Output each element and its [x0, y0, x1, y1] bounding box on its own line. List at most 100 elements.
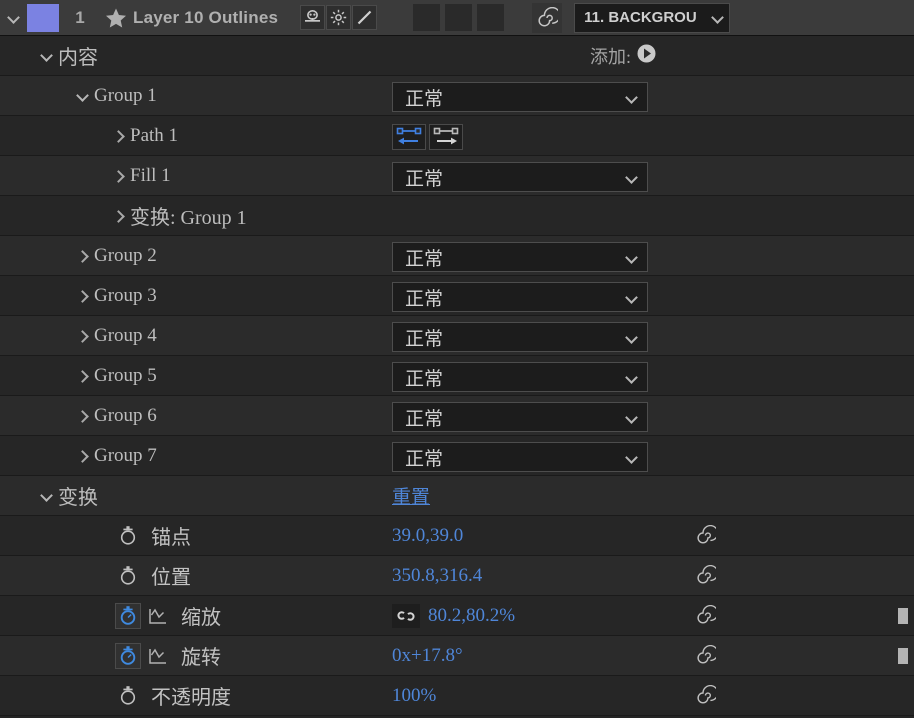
spiral-icon[interactable]: [692, 603, 718, 629]
blank-switch-icon[interactable]: [445, 4, 473, 31]
group-5-twirl-toggle[interactable]: [70, 356, 94, 396]
group-1-twirl-toggle[interactable]: [70, 76, 94, 116]
path-direction-buttons: [392, 124, 463, 150]
property-value[interactable]: 350.8,316.4: [392, 565, 482, 587]
fill-name-label: Fill 1: [130, 164, 171, 186]
add-circle-icon[interactable]: [637, 44, 656, 68]
group-row-group-6[interactable]: Group 6 正常: [0, 396, 914, 436]
graph-editor-icon[interactable]: [145, 643, 171, 669]
chevron-down-icon: [77, 90, 88, 101]
blank-switches-group: [413, 4, 505, 31]
spiral-icon[interactable]: [692, 523, 718, 549]
group-3-twirl-toggle[interactable]: [70, 276, 94, 316]
property-row-position[interactable]: 位置 350.8,316.4: [0, 556, 914, 596]
transform-reset-link[interactable]: 重置: [392, 482, 430, 509]
chevron-down-icon: [626, 372, 637, 383]
fill-blend-mode-select[interactable]: 正常: [392, 162, 648, 192]
sun-icon[interactable]: [326, 5, 352, 30]
blend-mode-label: 正常: [405, 248, 444, 270]
chevron-right-icon: [77, 410, 88, 421]
chevron-right-icon: [77, 290, 88, 301]
shape-row-group-1-transform[interactable]: 变换: Group 1: [0, 196, 914, 236]
constrain-proportions-icon[interactable]: [392, 603, 420, 628]
transform-group-row[interactable]: 变换 重置: [0, 476, 914, 516]
blend-mode-select[interactable]: 正常: [392, 402, 648, 432]
blank-switch-icon[interactable]: [413, 4, 441, 31]
group-name-label: Group 1: [94, 84, 157, 106]
graph-editor-icon[interactable]: [145, 603, 171, 629]
path-direction-forward-icon[interactable]: [429, 124, 463, 150]
group-row-group-7[interactable]: Group 7 正常: [0, 436, 914, 476]
chevron-right-icon: [77, 330, 88, 341]
contents-twirl-toggle[interactable]: [34, 36, 58, 76]
property-value[interactable]: 100%: [392, 685, 436, 707]
fill-1-twirl-toggle[interactable]: [106, 156, 130, 196]
blend-mode-label: 正常: [405, 328, 444, 350]
group-row-group-4[interactable]: Group 4 正常: [0, 316, 914, 356]
path-name-label: Path 1: [130, 124, 179, 146]
shape-row-path-1[interactable]: Path 1: [0, 116, 914, 156]
property-row-scale[interactable]: 缩放 80.2,80.2%: [0, 596, 914, 636]
parent-comp-select[interactable]: 11. BACKGROU: [574, 2, 731, 33]
path-1-twirl-toggle[interactable]: [106, 116, 130, 156]
group-6-twirl-toggle[interactable]: [70, 396, 94, 436]
blend-mode-select[interactable]: 正常: [392, 442, 648, 472]
spiral-icon[interactable]: [692, 563, 718, 589]
blend-mode-label: 正常: [405, 88, 444, 110]
stopwatch-icon[interactable]: [115, 523, 141, 549]
blend-mode-label: 正常: [405, 288, 444, 310]
keyframe-previous-arrow-icon[interactable]: [898, 607, 914, 624]
group-row-group-1[interactable]: Group 1 正常: [0, 76, 914, 116]
blend-mode-select[interactable]: 正常: [392, 282, 648, 312]
group-row-group-3[interactable]: Group 3 正常: [0, 276, 914, 316]
group-transform-label: 变换: Group 1: [130, 207, 247, 229]
chevron-right-icon: [113, 130, 124, 141]
spiral-icon[interactable]: [692, 643, 718, 669]
blank-switch-icon[interactable]: [477, 4, 505, 31]
stopwatch-icon[interactable]: [115, 602, 141, 629]
shape-row-fill-1[interactable]: Fill 1 正常: [0, 156, 914, 196]
contents-row[interactable]: 内容 添加:: [0, 36, 914, 76]
group-name-label: Group 6: [94, 404, 157, 426]
property-label: 位置: [151, 567, 191, 589]
blend-mode-select[interactable]: 正常: [392, 82, 648, 112]
layer-color-swatch[interactable]: [27, 3, 59, 32]
layer-name-label: Layer 10 Outlines: [133, 7, 279, 27]
group-row-group-2[interactable]: Group 2 正常: [0, 236, 914, 276]
property-row-anchor-point[interactable]: 锚点 39.0,39.0: [0, 516, 914, 556]
spiral-icon[interactable]: [692, 683, 718, 709]
chevron-down-icon: [41, 50, 52, 61]
path-direction-reverse-icon[interactable]: [392, 124, 426, 150]
stopwatch-icon[interactable]: [115, 683, 141, 709]
property-value[interactable]: 39.0,39.0: [392, 525, 463, 547]
stopwatch-icon[interactable]: [115, 563, 141, 589]
slash-icon[interactable]: [352, 5, 378, 30]
transform-twirl-toggle[interactable]: [34, 476, 58, 516]
blend-mode-label: 正常: [405, 448, 444, 470]
property-value[interactable]: 0x+17.8°: [392, 645, 463, 667]
blend-mode-select[interactable]: 正常: [392, 242, 648, 272]
motion-blur-icon[interactable]: [300, 5, 326, 30]
property-row-rotation[interactable]: 旋转 0x+17.8°: [0, 636, 914, 676]
group-1-transform-twirl-toggle[interactable]: [106, 196, 130, 236]
group-name-label: Group 4: [94, 324, 157, 346]
group-row-group-5[interactable]: Group 5 正常: [0, 356, 914, 396]
chevron-down-icon: [626, 452, 637, 463]
stopwatch-icon[interactable]: [115, 642, 141, 669]
layer-twirl-toggle[interactable]: [0, 0, 26, 36]
spiral-icon[interactable]: [532, 2, 563, 33]
add-label: 添加:: [589, 47, 631, 67]
group-name-label: Group 2: [94, 244, 157, 266]
chevron-right-icon: [113, 210, 124, 221]
add-control[interactable]: 添加:: [590, 36, 656, 76]
group-7-twirl-toggle[interactable]: [70, 436, 94, 476]
blend-mode-select[interactable]: 正常: [392, 322, 648, 352]
group-2-twirl-toggle[interactable]: [70, 236, 94, 276]
property-label: 锚点: [151, 527, 191, 549]
property-value[interactable]: 80.2,80.2%: [428, 605, 515, 627]
group-4-twirl-toggle[interactable]: [70, 316, 94, 356]
chevron-right-icon: [77, 370, 88, 381]
blend-mode-select[interactable]: 正常: [392, 362, 648, 392]
keyframe-previous-arrow-icon[interactable]: [898, 647, 914, 664]
property-row-opacity[interactable]: 不透明度 100%: [0, 676, 914, 716]
